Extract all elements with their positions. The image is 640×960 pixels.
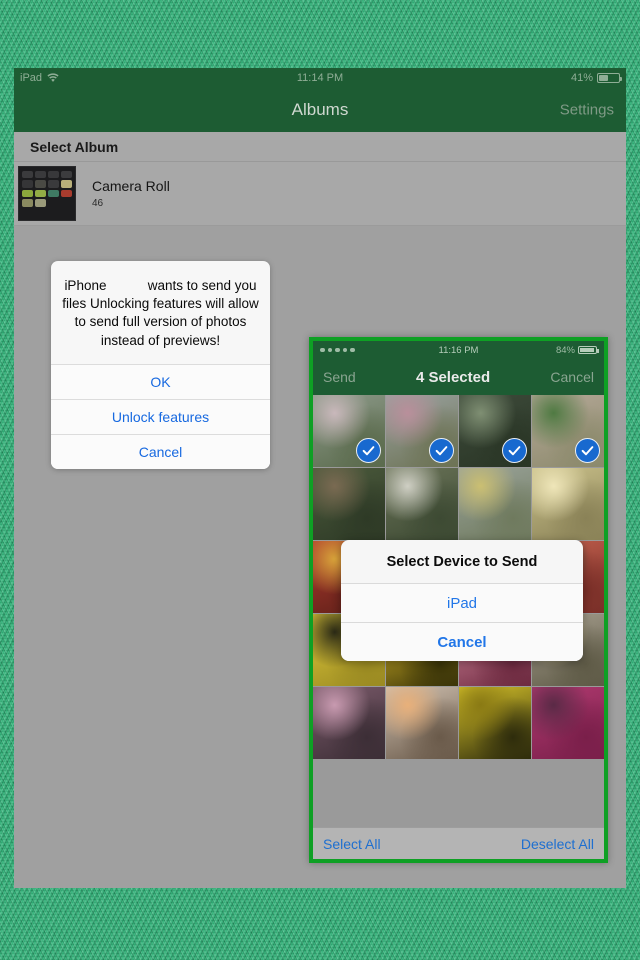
album-list-item-camera-roll[interactable]: Camera Roll 46 bbox=[14, 162, 626, 226]
ipad-navigation-bar: Albums Settings bbox=[14, 88, 626, 132]
photo-thumbnail[interactable] bbox=[459, 395, 531, 467]
battery-percent-label: 41% bbox=[570, 72, 593, 84]
photo-thumbnail[interactable] bbox=[532, 468, 604, 540]
device-label: iPad bbox=[20, 72, 43, 84]
signal-dot bbox=[320, 347, 325, 353]
select-all-button[interactable]: Select All bbox=[323, 836, 381, 852]
send-button[interactable]: Send bbox=[323, 369, 356, 385]
ipad-alert-dialog: iPhone wants to send you files Unlocking… bbox=[51, 261, 270, 469]
checkmark-icon[interactable] bbox=[575, 438, 600, 463]
photo-thumbnail[interactable] bbox=[313, 687, 385, 759]
checkmark-icon[interactable] bbox=[429, 438, 454, 463]
photo-thumbnail[interactable] bbox=[459, 687, 531, 759]
status-bar-left: iPad bbox=[20, 72, 59, 84]
checkmark-icon[interactable] bbox=[502, 438, 527, 463]
ipad-status-bar: iPad 11:14 PM 41% bbox=[14, 68, 626, 88]
photo-thumbnail[interactable] bbox=[532, 395, 604, 467]
signal-dot bbox=[342, 347, 347, 353]
photo-thumbnail[interactable] bbox=[313, 468, 385, 540]
photo-thumbnail[interactable] bbox=[386, 395, 458, 467]
alert-unlock-features-button[interactable]: Unlock features bbox=[51, 398, 270, 434]
photo-thumbnail[interactable] bbox=[313, 395, 385, 467]
iphone-alert-title: Select Device to Send bbox=[386, 554, 538, 570]
iphone-navigation-bar: Send 4 Selected Cancel bbox=[313, 359, 604, 395]
photo-thumbnail[interactable] bbox=[386, 468, 458, 540]
section-header-label: Select Album bbox=[30, 138, 119, 155]
signal-dot bbox=[350, 347, 355, 353]
photo-thumbnail[interactable] bbox=[386, 687, 458, 759]
page-title: Albums bbox=[291, 100, 349, 119]
album-thumbnail bbox=[18, 166, 76, 221]
selection-count-title: 4 Selected bbox=[415, 368, 491, 386]
alert-message: iPhone wants to send you files Unlocking… bbox=[62, 278, 263, 348]
album-photo-count: 46 bbox=[92, 198, 104, 209]
settings-button[interactable]: Settings bbox=[560, 102, 614, 119]
iphone-battery-icon bbox=[578, 345, 599, 355]
signal-dot bbox=[335, 347, 340, 353]
iphone-alert-dialog: Select Device to Send iPad Cancel bbox=[341, 540, 583, 661]
signal-strength-icon bbox=[320, 347, 355, 353]
iphone-status-right: 84% bbox=[555, 344, 599, 356]
iphone-status-bar: 11:16 PM 84% bbox=[313, 341, 604, 359]
photo-thumbnail[interactable] bbox=[532, 687, 604, 759]
photo-thumbnail[interactable] bbox=[459, 468, 531, 540]
checkmark-icon[interactable] bbox=[356, 438, 381, 463]
iphone-screen-overlay: 11:16 PM 84% Send 4 Selected Cancel Sele… bbox=[309, 337, 608, 863]
iphone-bottom-toolbar: Select All Deselect All bbox=[313, 827, 604, 859]
status-bar-time: 11:14 PM bbox=[296, 72, 344, 84]
album-name: Camera Roll bbox=[92, 178, 170, 194]
alert-cancel-button[interactable]: Cancel bbox=[51, 433, 270, 469]
section-header-select-album: Select Album bbox=[14, 132, 626, 162]
iphone-screen: 11:16 PM 84% Send 4 Selected Cancel Sele… bbox=[313, 341, 604, 859]
album-meta: Camera Roll 46 bbox=[92, 178, 170, 209]
iphone-battery-percent-label: 84% bbox=[555, 344, 575, 356]
alert-ok-button[interactable]: OK bbox=[51, 363, 270, 399]
deselect-all-button[interactable]: Deselect All bbox=[521, 836, 594, 852]
status-bar-right: 41% bbox=[570, 72, 622, 84]
wifi-icon bbox=[47, 73, 59, 83]
cancel-button[interactable]: Cancel bbox=[550, 369, 594, 385]
signal-dot bbox=[327, 347, 332, 353]
iphone-alert-cancel-button[interactable]: Cancel bbox=[341, 622, 583, 661]
iphone-alert-ipad-button[interactable]: iPad bbox=[341, 583, 583, 622]
battery-icon bbox=[597, 73, 622, 83]
